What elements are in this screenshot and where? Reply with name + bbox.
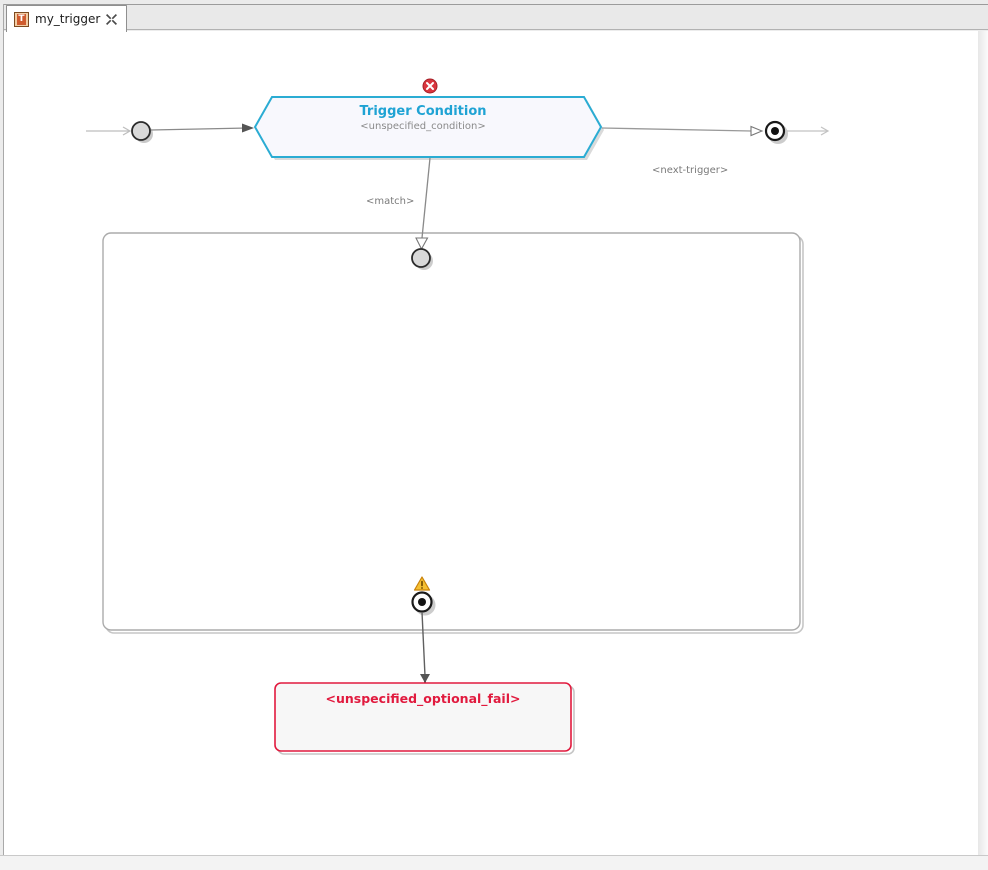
trigger-file-icon-letter: T	[17, 14, 26, 25]
group-region-node[interactable]	[103, 233, 803, 633]
tab-title: my_trigger	[35, 12, 100, 26]
edge-label-match[interactable]: <match>	[366, 196, 414, 207]
fail-node-label: <unspecified_optional_fail>	[326, 691, 521, 706]
edge-label-next-trigger[interactable]: <next-trigger>	[652, 165, 728, 176]
edge-trigger-to-end[interactable]	[602, 127, 762, 136]
edge-outgoing-faint[interactable]	[787, 127, 828, 135]
end-node-next-trigger[interactable]	[766, 122, 788, 144]
start-node[interactable]	[132, 122, 153, 143]
edge-start-to-trigger[interactable]	[151, 124, 254, 133]
tab-my-trigger[interactable]: T my_trigger	[6, 5, 127, 32]
trigger-node-title: Trigger Condition	[359, 104, 486, 119]
close-icon[interactable]	[106, 14, 117, 25]
error-icon	[423, 79, 437, 93]
workbench: T my_trigger	[0, 0, 988, 870]
edge-incoming-faint[interactable]	[86, 127, 130, 135]
trigger-file-icon: T	[14, 12, 29, 27]
trigger-node-subtitle: <unspecified_condition>	[360, 121, 485, 132]
